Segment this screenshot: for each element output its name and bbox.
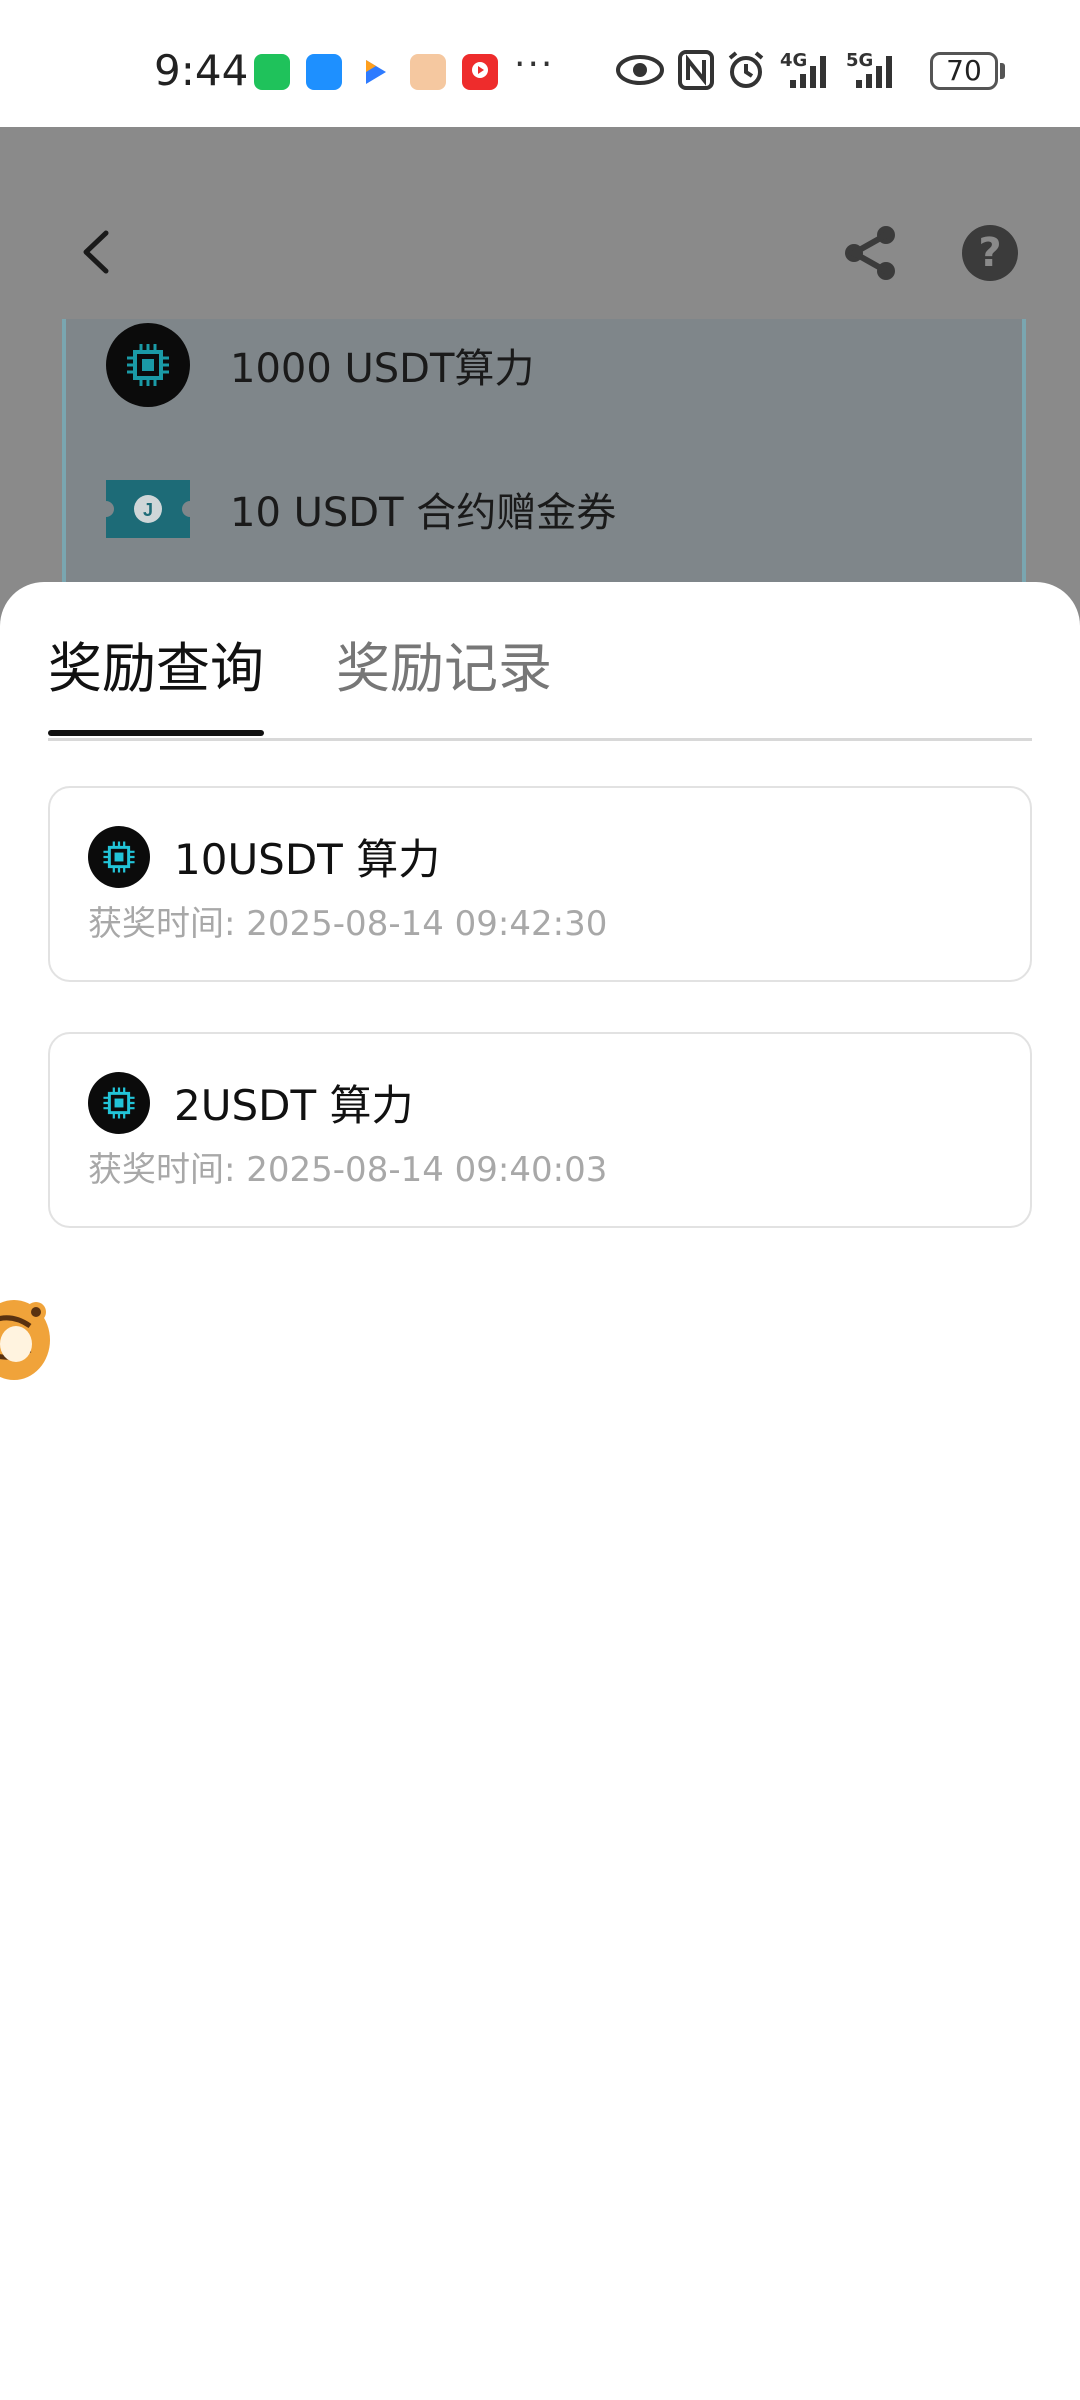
tab-reward-query[interactable]: 奖励查询 bbox=[48, 624, 264, 703]
reward-record-card[interactable]: 10USDT 算力 获奖时间: 2025-08-14 09:42:30 bbox=[48, 786, 1032, 982]
reward-record-title: 2USDT 算力 bbox=[174, 1081, 414, 1130]
message-icon bbox=[306, 54, 342, 90]
arrow-app-icon bbox=[358, 54, 394, 90]
tab-bar: 奖励查询 奖励记录 bbox=[48, 582, 1032, 741]
reward-record-title: 10USDT 算力 bbox=[174, 835, 441, 884]
svg-text:J: J bbox=[143, 500, 153, 520]
ticket-icon: J bbox=[98, 480, 198, 538]
game-app-icon bbox=[410, 54, 446, 90]
share-icon[interactable] bbox=[842, 225, 898, 281]
signal-icon bbox=[852, 50, 898, 94]
active-tab-indicator bbox=[48, 730, 264, 736]
reward-preview-label: 10 USDT 合约赠金券 bbox=[230, 490, 617, 536]
reward-record-time: 获奖时间: 2025-08-14 09:42:30 bbox=[88, 904, 608, 944]
reward-preview-item: 1000 USDT算力 bbox=[106, 323, 534, 407]
reward-record-time: 获奖时间: 2025-08-14 09:40:03 bbox=[88, 1150, 608, 1190]
chip-icon bbox=[106, 323, 190, 407]
reward-preview-panel: 1000 USDT算力 J 10 USDT 合约赠金券 bbox=[62, 319, 1026, 619]
battery-tip bbox=[1000, 63, 1005, 79]
reward-preview-item: J 10 USDT 合约赠金券 bbox=[98, 467, 617, 551]
rewards-bottom-sheet: 奖励查询 奖励记录 10USDT 算力 获奖时间: 2025-08-14 09:… bbox=[0, 582, 1080, 2400]
video-app-icon bbox=[462, 54, 498, 90]
nfc-icon bbox=[678, 50, 714, 94]
tab-reward-history[interactable]: 奖励记录 bbox=[336, 624, 552, 703]
signal-icon bbox=[786, 50, 832, 94]
wechat-icon bbox=[254, 54, 290, 90]
chip-icon bbox=[88, 826, 150, 888]
help-icon[interactable]: ? bbox=[962, 225, 1018, 281]
reward-preview-label: 1000 USDT算力 bbox=[230, 346, 535, 392]
status-bar: 9:44 ··· 4G 5G 70 bbox=[0, 0, 1080, 127]
back-arrow-icon[interactable] bbox=[76, 227, 116, 277]
reward-record-card[interactable]: 2USDT 算力 获奖时间: 2025-08-14 09:40:03 bbox=[48, 1032, 1032, 1228]
tiger-mascot-floating-button[interactable] bbox=[0, 1292, 52, 1388]
chip-icon bbox=[88, 1072, 150, 1134]
battery-indicator: 70 bbox=[930, 52, 998, 90]
more-notifications: ··· bbox=[514, 44, 555, 85]
alarm-icon bbox=[726, 50, 766, 94]
status-time: 9:44 bbox=[154, 46, 249, 95]
eye-icon bbox=[616, 50, 664, 94]
